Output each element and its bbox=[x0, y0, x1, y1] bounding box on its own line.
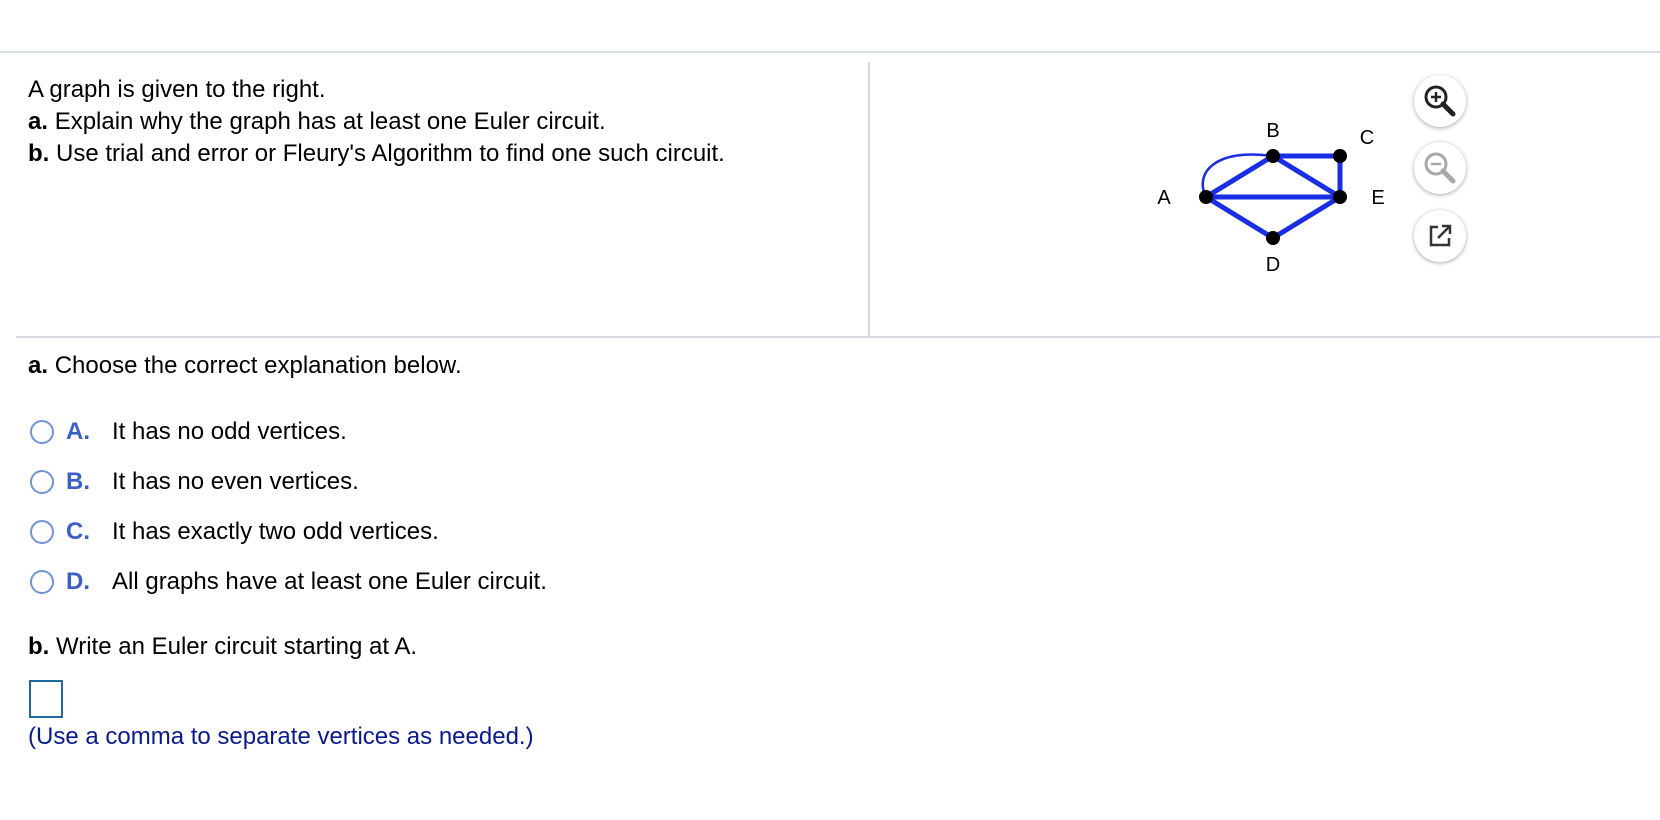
choice-a[interactable]: A. It has no odd vertices. bbox=[30, 415, 347, 449]
vertex-label-c: C bbox=[1360, 127, 1374, 149]
zoom-in-button[interactable] bbox=[1414, 75, 1466, 127]
question-part-a-text: Explain why the graph has at least one E… bbox=[54, 108, 606, 135]
part-a-prompt: a. Choose the correct explanation below. bbox=[28, 350, 462, 382]
edge-b-e bbox=[1270, 153, 1343, 200]
choice-c-text: It has exactly two odd vertices. bbox=[112, 518, 439, 545]
popout-icon bbox=[1429, 224, 1452, 247]
question-text: A graph is given to the right. a. Explai… bbox=[28, 74, 725, 170]
vertex-label-e: E bbox=[1371, 187, 1384, 209]
popout-button[interactable] bbox=[1414, 210, 1466, 262]
vertex-b bbox=[1266, 149, 1280, 163]
euler-circuit-answer-field[interactable] bbox=[29, 680, 63, 718]
vertex-label-b: B bbox=[1266, 120, 1279, 142]
question-part-a: a. Explain why the graph has at least on… bbox=[28, 106, 725, 138]
question-part-b-text: Use trial and error or Fleury's Algorith… bbox=[56, 140, 725, 167]
question-part-b-label: b. bbox=[28, 140, 50, 167]
euler-graph: A B C D E bbox=[1157, 120, 1384, 276]
choice-d-text: All graphs have at least one Euler circu… bbox=[112, 568, 547, 595]
choice-a-letter: A. bbox=[66, 418, 90, 445]
choice-c[interactable]: C. It has exactly two odd vertices. bbox=[30, 515, 439, 549]
radio-d[interactable] bbox=[30, 570, 54, 594]
choice-c-letter: C. bbox=[66, 518, 90, 545]
choice-b[interactable]: B. It has no even vertices. bbox=[30, 465, 359, 499]
radio-a[interactable] bbox=[30, 420, 54, 444]
choice-a-text: It has no odd vertices. bbox=[112, 418, 347, 445]
answer-hint: (Use a comma to separate vertices as nee… bbox=[28, 723, 534, 750]
vertex-a bbox=[1199, 190, 1213, 204]
vertex-label-d: D bbox=[1266, 254, 1280, 276]
edge-d-e bbox=[1270, 194, 1343, 241]
zoom-in-icon bbox=[1424, 85, 1456, 117]
vertex-c bbox=[1333, 149, 1347, 163]
question-part-a-label: a. bbox=[28, 108, 49, 135]
choice-d-letter: D. bbox=[66, 568, 90, 595]
vertex-e bbox=[1333, 190, 1347, 204]
radio-b[interactable] bbox=[30, 470, 54, 494]
part-a-prompt-text: Choose the correct explanation below. bbox=[54, 352, 462, 379]
question-part-b: b. Use trial and error or Fleury's Algor… bbox=[28, 138, 725, 170]
choice-d[interactable]: D. All graphs have at least one Euler ci… bbox=[30, 565, 547, 599]
choice-b-letter: B. bbox=[66, 468, 90, 495]
question-intro: A graph is given to the right. bbox=[28, 76, 326, 103]
radio-c[interactable] bbox=[30, 520, 54, 544]
vertex-label-a: A bbox=[1157, 187, 1171, 209]
vertex-d bbox=[1266, 231, 1280, 245]
horizontal-divider bbox=[16, 336, 1660, 338]
part-a-label: a. bbox=[28, 352, 49, 379]
part-b-prompt: b. Write an Euler circuit starting at A. bbox=[28, 631, 417, 663]
zoom-out-button[interactable] bbox=[1414, 142, 1466, 194]
vertical-divider bbox=[868, 62, 870, 337]
part-b-label: b. bbox=[28, 633, 50, 660]
choice-b-text: It has no even vertices. bbox=[112, 468, 359, 495]
edge-a-d bbox=[1203, 194, 1276, 241]
zoom-out-icon bbox=[1424, 152, 1456, 184]
top-divider bbox=[0, 51, 1660, 53]
part-b-prompt-text: Write an Euler circuit starting at A. bbox=[56, 633, 418, 660]
